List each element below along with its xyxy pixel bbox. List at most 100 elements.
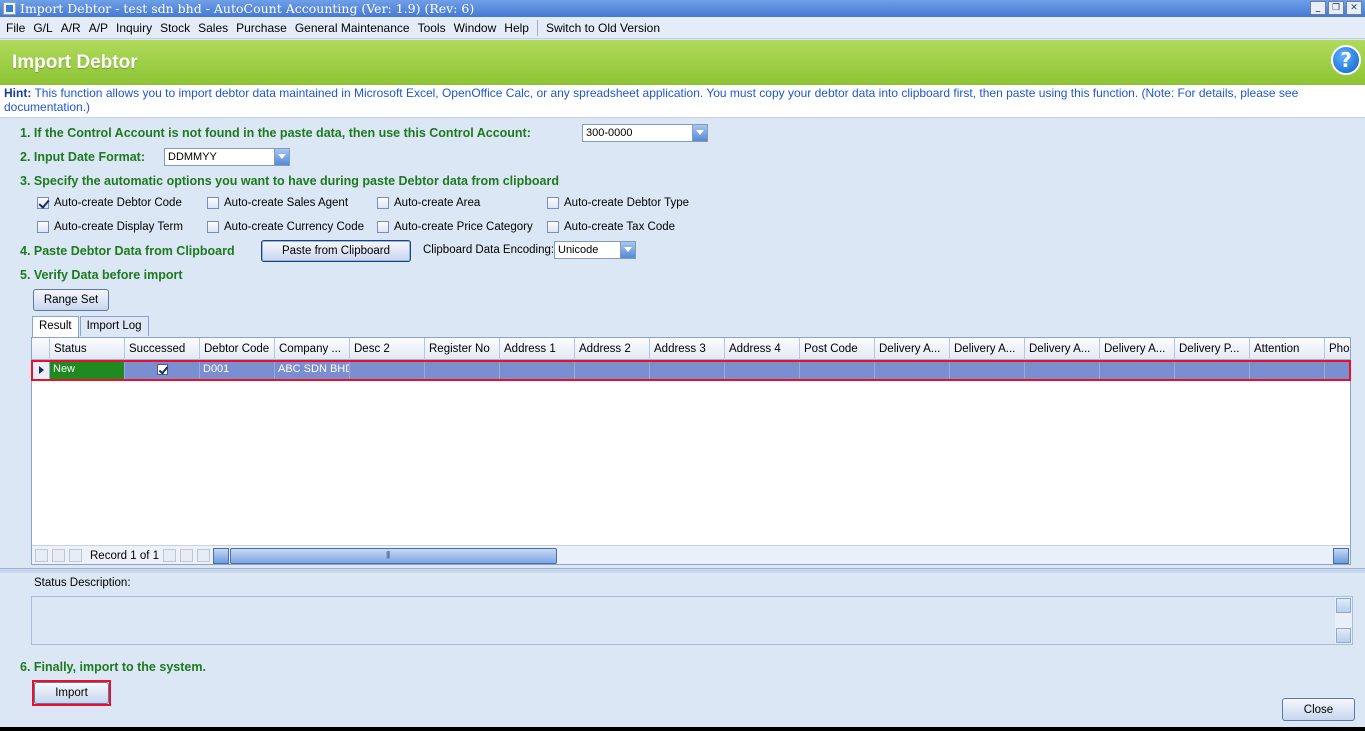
chevron-down-icon[interactable] <box>274 149 289 165</box>
menu-ap[interactable]: A/P <box>85 21 112 35</box>
column-header-address-2[interactable]: Address 2 <box>575 338 650 360</box>
cell-post-code[interactable] <box>800 361 875 379</box>
column-header-delivery-address-4[interactable]: Delivery A... <box>1100 338 1175 360</box>
checkbox-checked-icon[interactable] <box>37 197 49 209</box>
first-record-icon[interactable] <box>35 549 48 562</box>
step-1-label: 1. If the Control Account is not found i… <box>20 126 531 140</box>
cell-register-no[interactable] <box>425 361 500 379</box>
tab-import-log[interactable]: Import Log <box>79 316 149 336</box>
verify-data-grid[interactable]: Status Successed Debtor Code Company ...… <box>31 337 1351 565</box>
paste-from-clipboard-button[interactable]: Paste from Clipboard <box>261 240 411 262</box>
cell-delivery-address-4[interactable] <box>1100 361 1175 379</box>
panel-splitter[interactable] <box>0 568 1365 573</box>
scroll-down-icon[interactable] <box>1336 628 1351 643</box>
horizontal-scrollbar[interactable] <box>213 548 1349 564</box>
prev-record-icon[interactable] <box>69 549 82 562</box>
cell-delivery-post-code[interactable] <box>1175 361 1250 379</box>
option-auto-create-debtor-code[interactable]: Auto-create Debtor Code <box>37 197 182 209</box>
menu-file[interactable]: File <box>2 21 29 35</box>
cell-attention[interactable] <box>1250 361 1325 379</box>
menu-tools[interactable]: Tools <box>414 21 450 35</box>
menu-inquiry[interactable]: Inquiry <box>112 21 156 35</box>
checkbox-checked-icon[interactable] <box>156 364 168 375</box>
column-header-address-3[interactable]: Address 3 <box>650 338 725 360</box>
option-auto-create-currency-code[interactable]: Auto-create Currency Code <box>207 221 364 233</box>
close-window-button[interactable]: ✕ <box>1346 1 1362 15</box>
cell-debtor-code[interactable]: D001 <box>200 361 275 379</box>
column-header-delivery-post-code[interactable]: Delivery P... <box>1175 338 1250 360</box>
prev-page-icon[interactable] <box>52 549 65 562</box>
cell-address-2[interactable] <box>575 361 650 379</box>
column-header-desc-2[interactable]: Desc 2 <box>350 338 425 360</box>
checkbox-icon[interactable] <box>377 197 389 209</box>
help-icon[interactable]: ? <box>1331 45 1361 75</box>
column-header-attention[interactable]: Attention <box>1250 338 1325 360</box>
status-description-box[interactable] <box>31 596 1353 645</box>
option-auto-create-tax-code[interactable]: Auto-create Tax Code <box>547 221 675 233</box>
tab-result[interactable]: Result <box>32 316 79 337</box>
column-header-phone[interactable]: Phon <box>1325 338 1350 360</box>
cell-status[interactable]: New <box>50 361 125 379</box>
menu-switch-old-version[interactable]: Switch to Old Version <box>542 21 664 35</box>
scroll-thumb[interactable] <box>230 548 557 564</box>
menu-general-maintenance[interactable]: General Maintenance <box>291 21 414 35</box>
option-auto-create-area[interactable]: Auto-create Area <box>377 197 480 209</box>
column-header-post-code[interactable]: Post Code <box>800 338 875 360</box>
column-header-delivery-address-3[interactable]: Delivery A... <box>1025 338 1100 360</box>
next-page-icon[interactable] <box>180 549 193 562</box>
chevron-down-icon[interactable] <box>620 242 635 258</box>
cell-successed[interactable] <box>125 361 200 379</box>
vertical-scrollbar[interactable] <box>1335 597 1352 644</box>
checkbox-icon[interactable] <box>547 197 559 209</box>
scroll-up-icon[interactable] <box>1336 598 1351 613</box>
checkbox-icon[interactable] <box>37 221 49 233</box>
menu-window[interactable]: Window <box>450 21 501 35</box>
option-auto-create-price-category[interactable]: Auto-create Price Category <box>377 221 533 233</box>
cell-phone[interactable] <box>1325 361 1350 379</box>
range-set-button[interactable]: Range Set <box>33 289 109 311</box>
column-header-register-no[interactable]: Register No <box>425 338 500 360</box>
column-header-debtor-code[interactable]: Debtor Code <box>200 338 275 360</box>
cell-delivery-address-3[interactable] <box>1025 361 1100 379</box>
column-header-delivery-address-1[interactable]: Delivery A... <box>875 338 950 360</box>
scroll-right-icon[interactable] <box>1333 548 1349 564</box>
column-header-status[interactable]: Status <box>50 338 125 360</box>
menu-gl[interactable]: G/L <box>29 21 56 35</box>
minimize-button[interactable]: _ <box>1310 1 1326 15</box>
option-auto-create-display-term[interactable]: Auto-create Display Term <box>37 221 183 233</box>
column-header-address-1[interactable]: Address 1 <box>500 338 575 360</box>
menu-sales[interactable]: Sales <box>194 21 232 35</box>
encoding-combo[interactable]: Unicode <box>554 241 636 259</box>
column-header-delivery-address-2[interactable]: Delivery A... <box>950 338 1025 360</box>
last-record-icon[interactable] <box>197 549 210 562</box>
checkbox-icon[interactable] <box>207 197 219 209</box>
column-header-company[interactable]: Company ... <box>275 338 350 360</box>
cell-delivery-address-1[interactable] <box>875 361 950 379</box>
menu-help[interactable]: Help <box>500 21 533 35</box>
scroll-left-icon[interactable] <box>213 548 229 564</box>
cell-desc-2[interactable] <box>350 361 425 379</box>
date-format-combo[interactable]: DDMMYY <box>164 148 290 166</box>
cell-address-3[interactable] <box>650 361 725 379</box>
table-row[interactable]: New D001 ABC SDN BHD <box>32 361 1350 379</box>
cell-address-4[interactable] <box>725 361 800 379</box>
chevron-down-icon[interactable] <box>692 125 707 141</box>
row-indicator-icon <box>32 361 50 379</box>
restore-button[interactable]: ❐ <box>1328 1 1344 15</box>
menu-ar[interactable]: A/R <box>57 21 85 35</box>
menu-stock[interactable]: Stock <box>156 21 194 35</box>
menu-purchase[interactable]: Purchase <box>232 21 291 35</box>
option-auto-create-sales-agent[interactable]: Auto-create Sales Agent <box>207 197 348 209</box>
option-auto-create-debtor-type[interactable]: Auto-create Debtor Type <box>547 197 689 209</box>
column-header-successed[interactable]: Successed <box>125 338 200 360</box>
checkbox-icon[interactable] <box>377 221 389 233</box>
close-button[interactable]: Close <box>1282 698 1355 721</box>
checkbox-icon[interactable] <box>207 221 219 233</box>
cell-delivery-address-2[interactable] <box>950 361 1025 379</box>
column-header-address-4[interactable]: Address 4 <box>725 338 800 360</box>
cell-company[interactable]: ABC SDN BHD <box>275 361 350 379</box>
control-account-combo[interactable]: 300-0000 <box>582 124 708 142</box>
cell-address-1[interactable] <box>500 361 575 379</box>
checkbox-icon[interactable] <box>547 221 559 233</box>
next-record-icon[interactable] <box>163 549 176 562</box>
